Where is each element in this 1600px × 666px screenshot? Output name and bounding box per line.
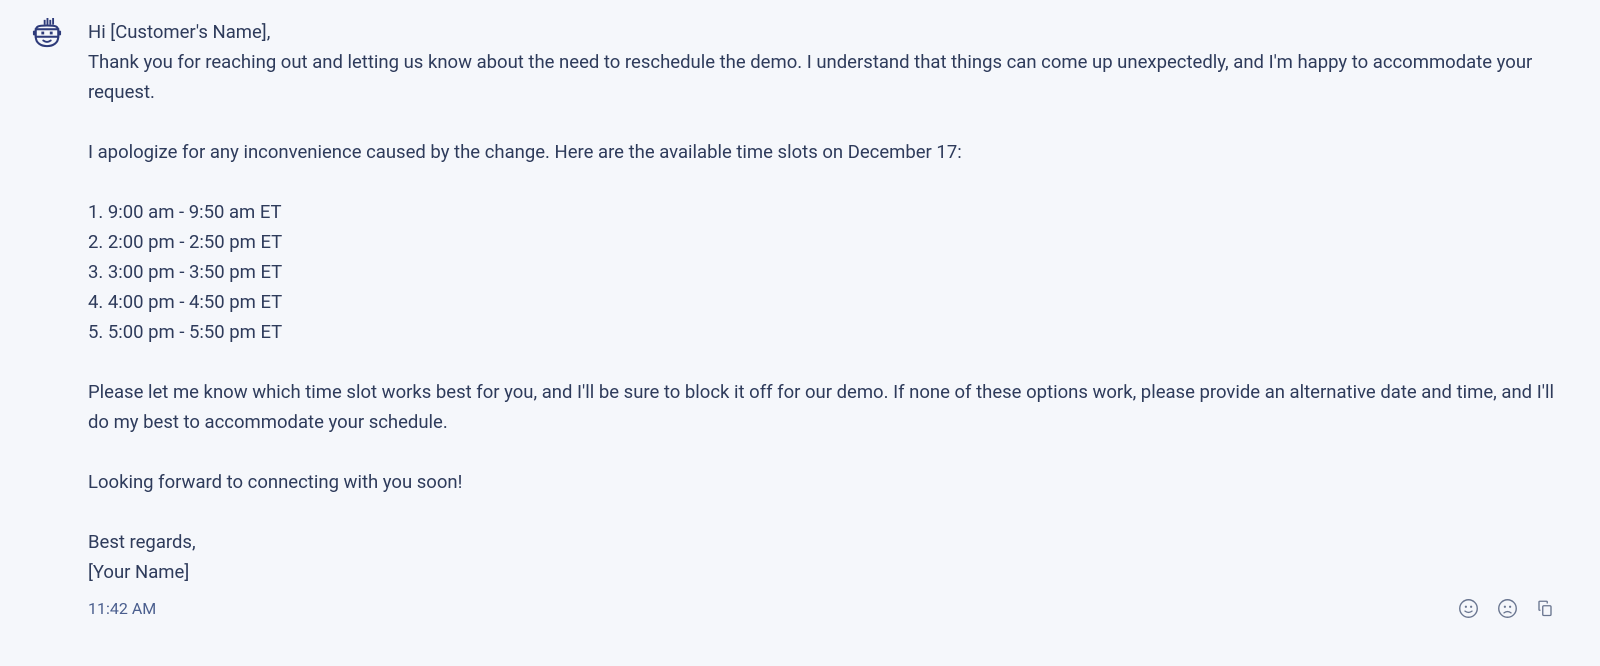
closing-paragraph: Looking forward to connecting with you s… [88, 468, 1568, 498]
greeting-line: Hi [Customer's Name], [88, 18, 1568, 48]
message-body: Hi [Customer's Name], Thank you for reac… [88, 18, 1568, 588]
instruction-paragraph: Please let me know which time slot works… [88, 378, 1568, 438]
message-footer: 11:42 AM [88, 598, 1568, 619]
action-icons [1458, 598, 1568, 619]
intro-paragraph: Thank you for reaching out and letting u… [88, 48, 1568, 108]
timestamp: 11:42 AM [88, 599, 156, 618]
chat-message: Hi [Customer's Name], Thank you for reac… [0, 0, 1600, 666]
slot-line: 2. 2:00 pm - 2:50 pm ET [88, 228, 1568, 258]
slot-line: 1. 9:00 am - 9:50 am ET [88, 198, 1568, 228]
slot-line: 5. 5:00 pm - 5:50 pm ET [88, 318, 1568, 348]
message-wrapper: Hi [Customer's Name], Thank you for reac… [88, 18, 1568, 648]
signature-line: [Your Name] [88, 558, 1568, 588]
apology-paragraph: I apologize for any inconvenience caused… [88, 138, 1568, 168]
frown-icon[interactable] [1497, 598, 1518, 619]
signoff-line: Best regards, [88, 528, 1568, 558]
slot-line: 4. 4:00 pm - 4:50 pm ET [88, 288, 1568, 318]
bot-avatar [32, 18, 62, 48]
smile-icon[interactable] [1458, 598, 1479, 619]
copy-icon[interactable] [1536, 599, 1554, 617]
slot-line: 3. 3:00 pm - 3:50 pm ET [88, 258, 1568, 288]
